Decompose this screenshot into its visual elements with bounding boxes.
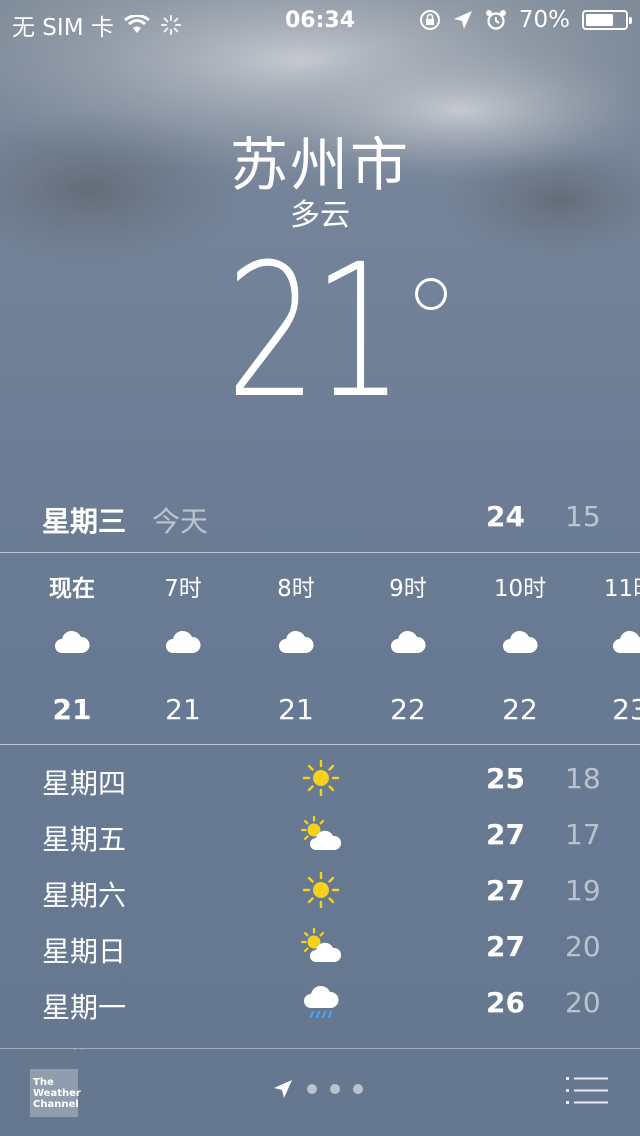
today-summary-row: 星期三 今天 24 15 [0,496,640,552]
status-bar: 无 SIM 卡 06:34 70% [0,0,640,41]
logo-line-2: Weather [33,1088,81,1099]
hour-temp: 21 [278,693,314,726]
sun-icon [302,871,340,909]
daily-row: 星期四 25 18 [0,748,640,804]
hour-label: 11时 [603,576,640,602]
day-low: 19 [565,874,601,907]
hour-temp: 21 [52,693,92,726]
hour-temp: 22 [502,693,538,726]
partly-cloudy-icon [300,815,342,850]
partly-cloudy-icon [300,927,342,962]
hour-label: 8时 [277,576,315,602]
cloud-icon [613,630,640,653]
hour-temp: 22 [390,693,426,726]
hour-temp: 21 [165,693,201,726]
daily-row: 星期六 27 19 [0,860,640,916]
cloud-icon [391,630,426,653]
hour-label: 7时 [164,576,202,602]
daily-row: 星期五 27 17 [0,804,640,860]
city-list-icon[interactable] [566,1076,608,1106]
today-day: 星期三 [42,505,127,538]
rain-icon [304,985,339,1018]
day-name: 星期日 [42,935,127,968]
degree-symbol [415,278,447,310]
battery-percent: 70% [518,7,570,33]
hour-label: 现在 [49,576,95,602]
day-low: 20 [565,930,601,963]
cloud-icon [166,630,201,653]
day-name: 星期一 [42,991,127,1024]
current-temperature: 21 [226,225,404,439]
current-location-icon [274,1080,292,1098]
day-low: 20 [565,986,601,1019]
page-dot [307,1084,317,1094]
hour-label: 10时 [493,576,547,602]
cloud-icon [279,630,314,653]
page-dot [330,1084,340,1094]
weather-channel-logo[interactable]: The Weather Channel [30,1069,81,1117]
battery-icon [582,10,632,30]
rotation-lock-icon [419,10,440,30]
day-high: 27 [486,874,525,907]
status-right: 70% [419,7,632,33]
hour-temp: 23 [612,693,640,726]
cloud-icon [55,630,90,653]
page-dot [353,1084,363,1094]
cloud-icon [503,630,538,653]
daily-row: 星期一 26 20 [0,972,640,1028]
battery-fill [586,14,613,26]
day-name: 星期六 [42,879,127,912]
daily-row: 星期日 27 20 [0,916,640,972]
bottom-toolbar: The Weather Channel [0,1048,640,1136]
logo-line-3: Channel [33,1099,79,1110]
sun-icon [302,759,340,797]
alarm-icon [485,10,506,30]
day-name: 星期五 [42,823,127,856]
day-low: 18 [565,762,601,795]
location-arrow-icon [453,11,472,29]
today-low: 15 [565,500,601,533]
day-high: 25 [486,762,525,795]
day-name: 星期四 [42,767,127,800]
page-indicator[interactable] [272,1078,363,1100]
hourly-forecast[interactable]: 现在 21 7时 21 8时 21 9时 22 10时 22 11时 23 [0,553,640,743]
day-high: 27 [486,930,525,963]
day-high: 27 [486,818,525,851]
divider-bottom [0,1048,640,1049]
logo-line-1: The [33,1077,54,1088]
today-high: 24 [486,500,525,533]
daily-row-partial: 星期二 [0,1028,640,1050]
divider-middle [0,744,640,745]
day-high: 26 [486,986,525,1019]
hour-label: 9时 [389,576,427,602]
day-low: 17 [565,818,601,851]
today-label: 今天 [152,505,209,538]
